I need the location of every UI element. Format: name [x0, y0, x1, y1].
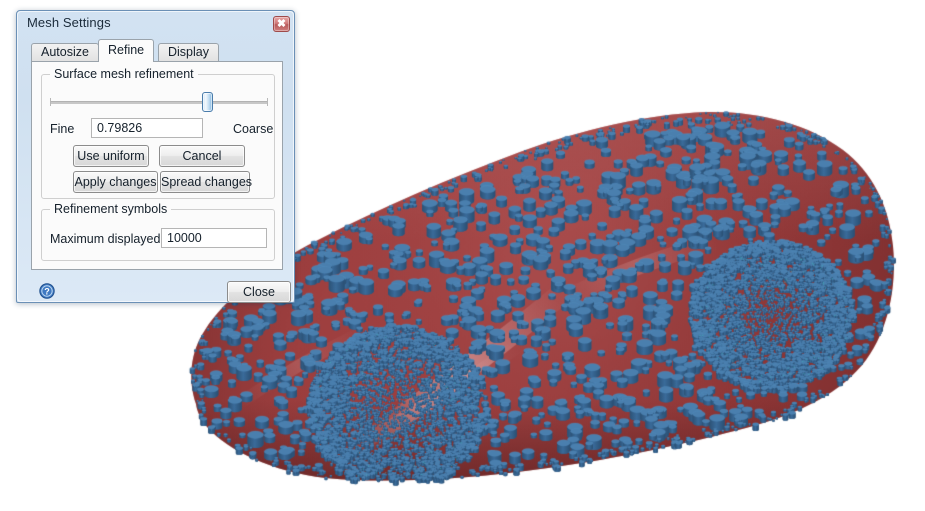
slider-track[interactable] [50, 101, 268, 104]
help-question-icon-svg: ? [39, 283, 55, 299]
apply-changes-button[interactable]: Apply changes [73, 171, 158, 193]
tab-display-label: Display [168, 45, 209, 59]
close-dialog-button[interactable]: Close [227, 281, 291, 303]
refinement-value-input[interactable]: 0.79826 [91, 118, 203, 138]
tab-refine-label: Refine [108, 43, 145, 57]
slider-track-cap-right [267, 98, 268, 106]
dialog-title: Mesh Settings [27, 15, 111, 30]
surface-mesh-refinement-group: Surface mesh refinement Fine 0.79826 Coa… [41, 67, 275, 199]
surface-group-title: Surface mesh refinement [50, 67, 198, 81]
slider-thumb[interactable] [201, 92, 213, 112]
close-window-button[interactable]: ✖ [273, 16, 290, 32]
spread-changes-button[interactable]: Spread changes [160, 171, 252, 193]
tab-refine[interactable]: Refine [98, 39, 155, 62]
coarse-label: Coarse [233, 122, 274, 136]
mesh-settings-dialog[interactable]: Mesh Settings ✖ Autosize Refine Display … [16, 10, 295, 303]
symbols-group-title: Refinement symbols [50, 202, 172, 216]
fine-label: Fine [50, 122, 75, 136]
use-uniform-button[interactable]: Use uniform [73, 145, 149, 167]
dialog-titlebar[interactable]: Mesh Settings ✖ [21, 14, 292, 35]
refine-tab-panel: Surface mesh refinement Fine 0.79826 Coa… [31, 61, 283, 270]
svg-text:?: ? [44, 287, 50, 297]
cancel-button[interactable]: Cancel [159, 145, 245, 167]
tab-autosize-label: Autosize [41, 45, 89, 59]
help-question-icon[interactable]: ? [39, 283, 55, 299]
maximum-displayed-label: Maximum displayed [50, 232, 161, 246]
refinement-slider[interactable] [50, 91, 268, 113]
tab-strip: Autosize Refine Display [31, 39, 283, 62]
close-x-icon: ✖ [276, 18, 287, 30]
slider-track-cap-left [50, 98, 51, 106]
tab-display[interactable]: Display [158, 43, 219, 61]
tab-autosize[interactable]: Autosize [31, 43, 99, 61]
maximum-displayed-input[interactable]: 10000 [161, 228, 267, 248]
refinement-symbols-group: Refinement symbols Maximum displayed 100… [41, 202, 275, 261]
